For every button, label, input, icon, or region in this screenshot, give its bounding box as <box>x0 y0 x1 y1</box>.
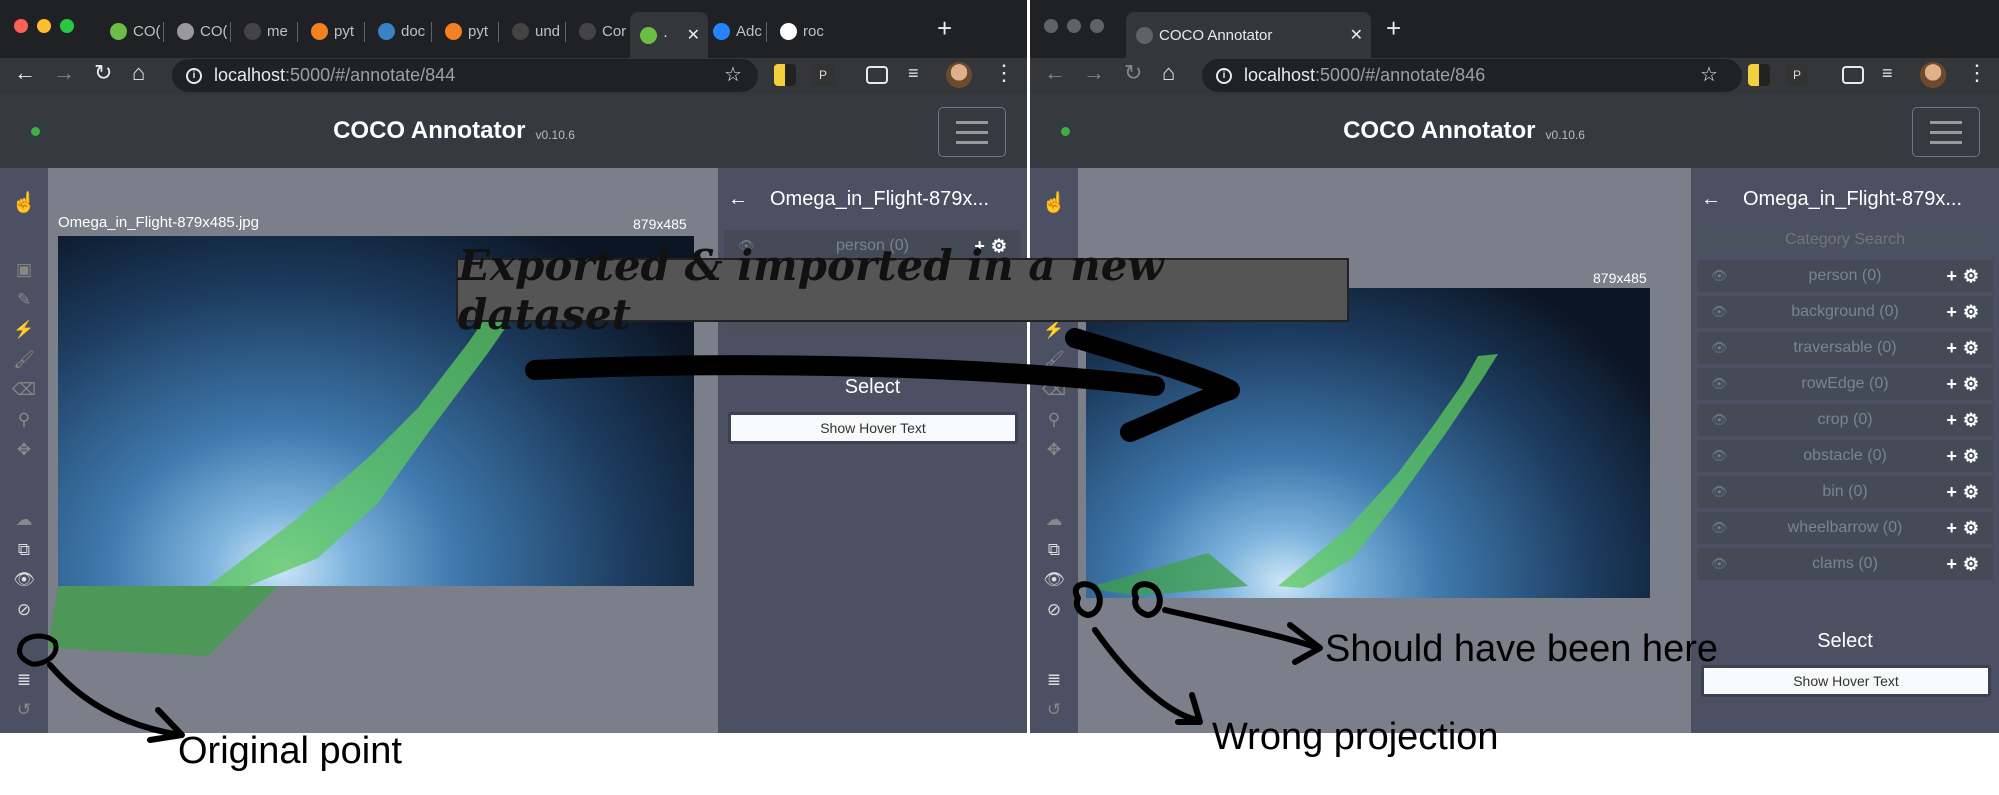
original-point-circle <box>17 633 59 667</box>
should-be-circle <box>1131 581 1163 618</box>
original-point-arrow <box>47 662 183 738</box>
wrong-projection-arrow <box>1092 627 1201 723</box>
big-arrow-shaft <box>525 355 1165 396</box>
label-should-have-been-here: Should have been here <box>1325 628 1718 670</box>
annotation-strokes <box>17 328 1323 743</box>
wrong-projection-circle <box>1072 581 1103 618</box>
label-wrong-projection: Wrong projection <box>1212 716 1499 758</box>
label-original-point: Original point <box>178 730 402 772</box>
